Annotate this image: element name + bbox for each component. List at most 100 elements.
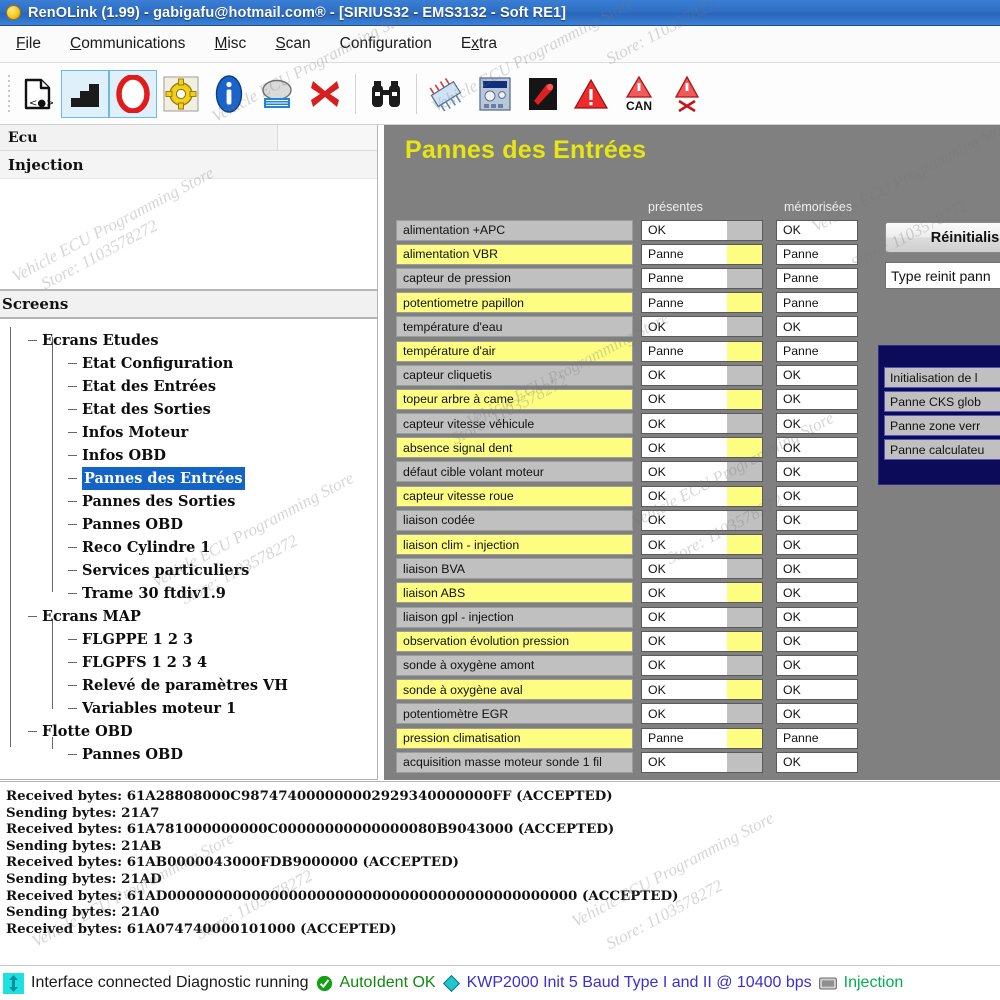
reinit-options-listbox[interactable]: Initialisation de l Panne CKS glob Panne z… <box>878 345 1000 485</box>
fault-memorized-cell: Panne <box>776 244 858 265</box>
ecu-selected-value[interactable]: Injection <box>0 151 377 179</box>
listbox-item[interactable]: Panne zone verr <box>884 415 1000 436</box>
fault-present-cell: OK <box>641 534 727 555</box>
injector-icon[interactable] <box>519 70 567 118</box>
table-row[interactable]: sonde à oxygène avalOKOK <box>396 678 858 702</box>
tree-item[interactable]: FLGPFS 1 2 3 4 <box>22 651 373 674</box>
table-row[interactable]: capteur vitesse véhiculeOKOK <box>396 412 858 436</box>
fault-present-cell: OK <box>641 607 727 628</box>
tree-item[interactable]: Ecrans Etudes <box>22 329 373 352</box>
menu-file[interactable]: File <box>14 33 43 55</box>
tree-item[interactable]: Variables moteur 1 <box>22 697 373 720</box>
table-row[interactable]: potentiometre papillonPannePanne <box>396 291 858 315</box>
interface-connected-icon <box>3 973 24 994</box>
listbox-item[interactable]: Initialisation de l <box>884 367 1000 388</box>
fault-memorized-cell: OK <box>776 413 858 434</box>
tree-item[interactable]: Relevé de paramètres VH <box>22 674 373 697</box>
table-row[interactable]: potentiomètre EGROKOK <box>396 702 858 726</box>
tree-item[interactable]: Etat des Sorties <box>22 398 373 421</box>
table-row[interactable]: pression climatisationPannePanne <box>396 726 858 750</box>
tree-item[interactable]: Pannes OBD <box>22 513 373 536</box>
menu-communications[interactable]: Communications <box>68 33 187 55</box>
fault-present-cell: OK <box>641 413 727 434</box>
wiring-harness-icon[interactable] <box>423 70 471 118</box>
table-row[interactable]: température d'airPannePanne <box>396 339 858 363</box>
fault-present-cell: OK <box>641 461 727 482</box>
fault-present-cell: OK <box>641 389 727 410</box>
fault-name-cell: température d'air <box>396 341 633 362</box>
table-row[interactable]: température d'eauOKOK <box>396 315 858 339</box>
ecu-column-header: Ecu <box>0 125 278 150</box>
tree-item[interactable]: FLGPPE 1 2 3 <box>22 628 373 651</box>
fault-present-cell: OK <box>641 558 727 579</box>
tree-item[interactable]: Infos Moteur <box>22 421 373 444</box>
table-row[interactable]: topeur arbre à cameOKOK <box>396 387 858 411</box>
menu-extra[interactable]: Extra <box>459 33 499 55</box>
tree-item-label: Etat des Entrées <box>82 375 216 398</box>
tree-item[interactable]: Etat Configuration <box>22 352 373 375</box>
tree-connector <box>68 685 77 686</box>
communication-log[interactable]: Received bytes: 61A28808000C987474000000… <box>0 781 1000 965</box>
table-row[interactable]: sonde à oxygène amontOKOK <box>396 653 858 677</box>
table-row[interactable]: liaison gpl - injectionOKOK <box>396 605 858 629</box>
connect-ecu-icon[interactable] <box>61 70 109 118</box>
toolbar-grip[interactable] <box>4 74 13 114</box>
reinitialiser-button[interactable]: Réinitialis <box>885 222 1000 253</box>
fault-clear-icon[interactable] <box>663 70 711 118</box>
fault-present-cell: OK <box>641 655 727 676</box>
table-row[interactable]: capteur cliquetisOKOK <box>396 363 858 387</box>
reinit-type-combo[interactable]: Type reinit pann <box>885 262 1000 289</box>
table-row[interactable]: acquisition masse moteur sonde 1 filOKOK <box>396 750 858 774</box>
table-row[interactable]: liaison clim - injectionOKOK <box>396 532 858 556</box>
table-row[interactable]: capteur de pressionPannePanne <box>396 266 858 290</box>
tree-item[interactable]: Reco Cylindre 1 <box>22 536 373 559</box>
table-row[interactable]: liaison ABSOKOK <box>396 581 858 605</box>
listbox-item[interactable]: Panne calculateu <box>884 439 1000 460</box>
binoculars-scan-icon[interactable] <box>362 70 410 118</box>
table-row[interactable]: défaut cible volant moteurOKOK <box>396 460 858 484</box>
table-row[interactable]: liaison BVAOKOK <box>396 557 858 581</box>
tree-item[interactable]: Pannes des Sorties <box>22 490 373 513</box>
stop-icon[interactable] <box>109 70 157 118</box>
fault-name-cell: capteur cliquetis <box>396 365 633 386</box>
print-icon[interactable] <box>253 70 301 118</box>
new-document-icon[interactable]: <●> <box>13 70 61 118</box>
fault-present-cell: OK <box>641 437 727 458</box>
fault-name-cell: température d'eau <box>396 316 633 337</box>
warning-triangle-icon[interactable] <box>567 70 615 118</box>
table-row[interactable]: capteur vitesse roueOKOK <box>396 484 858 508</box>
table-row[interactable]: observation évolution pressionOKOK <box>396 629 858 653</box>
tree-item[interactable]: Pannes des Entrées <box>22 467 373 490</box>
menu-misc[interactable]: Misc <box>212 33 248 55</box>
table-row[interactable]: absence signal dentOKOK <box>396 436 858 460</box>
tree-item[interactable]: Services particuliers <box>22 559 373 582</box>
fault-memorized-cell: OK <box>776 220 858 241</box>
tree-item[interactable]: Trame 30 ftdiv1.9 <box>22 582 373 605</box>
table-row[interactable]: alimentation +APCOKOK <box>396 218 858 242</box>
can-warning-icon[interactable]: CAN <box>615 70 663 118</box>
tree-connector <box>68 478 77 479</box>
info-icon[interactable] <box>205 70 253 118</box>
listbox-item[interactable]: Panne CKS glob <box>884 391 1000 412</box>
log-line: Sending bytes: 21AB <box>6 838 1000 855</box>
tree-item[interactable]: Etat des Entrées <box>22 375 373 398</box>
fault-present-cell: OK <box>641 220 727 241</box>
fault-present-indicator <box>727 582 763 603</box>
menu-scan[interactable]: Scan <box>273 33 312 55</box>
table-row[interactable]: liaison codéeOKOK <box>396 508 858 532</box>
tree-item-label: Etat des Sorties <box>82 398 211 421</box>
close-red-x-icon[interactable] <box>301 70 349 118</box>
tree-item[interactable]: Ecrans MAP <box>22 605 373 628</box>
table-row[interactable]: alimentation VBRPannePanne <box>396 242 858 266</box>
tree-item[interactable]: Flotte OBD <box>22 720 373 743</box>
tree-item[interactable]: Pannes OBD <box>22 743 373 766</box>
menu-configuration[interactable]: Configuration <box>338 33 434 55</box>
instrument-cluster-icon[interactable] <box>471 70 519 118</box>
ecu-column-header-filler <box>278 125 377 150</box>
status-ecu-text: Injection <box>844 974 904 992</box>
tree-item[interactable]: Infos OBD <box>22 444 373 467</box>
ecu-list-body[interactable] <box>0 179 377 289</box>
tree-connector <box>68 386 77 387</box>
fault-memorized-cell: OK <box>776 655 858 676</box>
settings-gear-icon[interactable] <box>157 70 205 118</box>
